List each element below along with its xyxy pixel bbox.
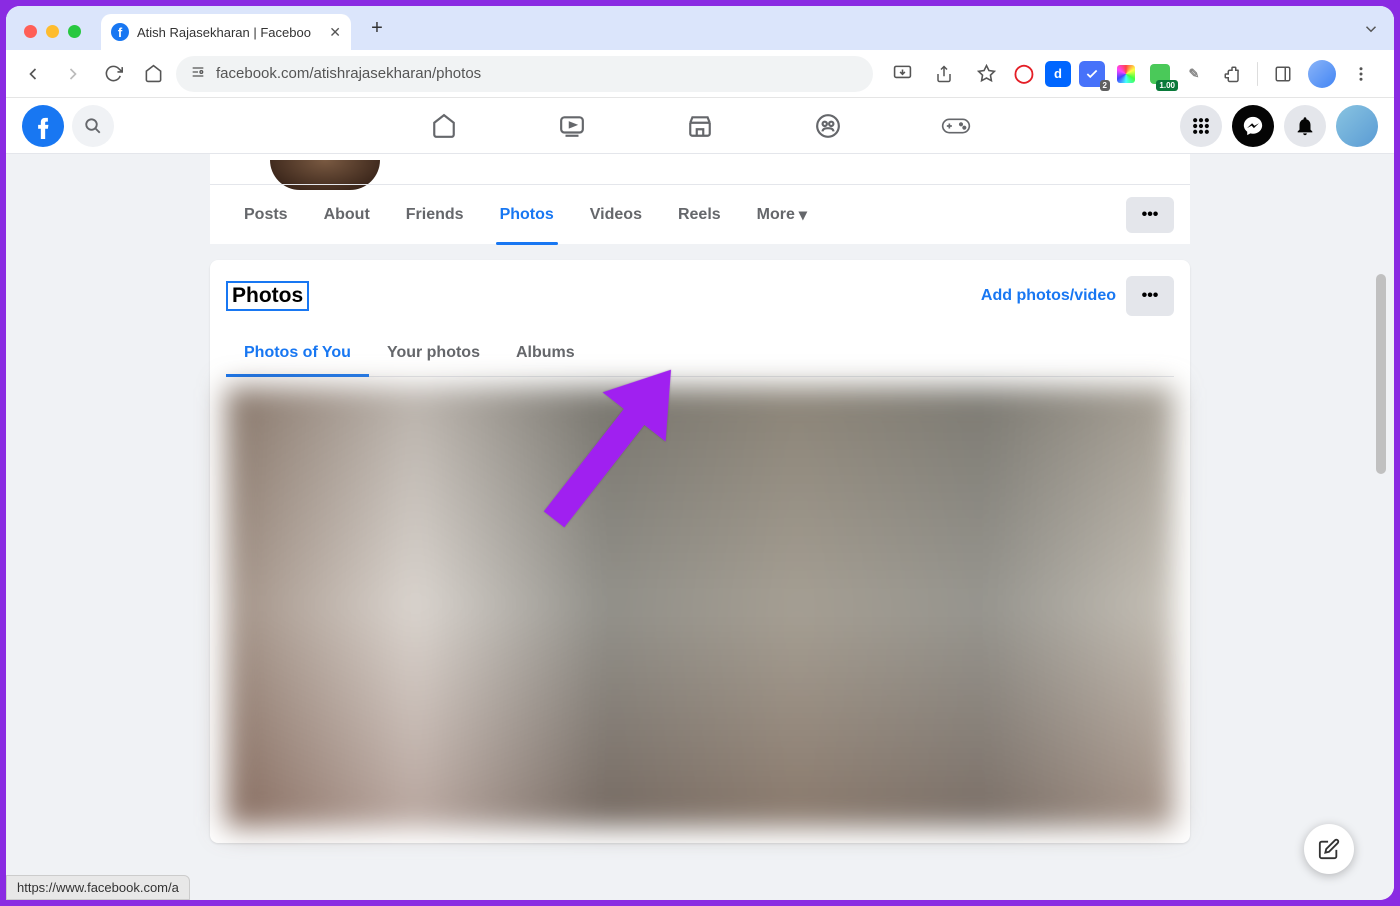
facebook-logo[interactable] bbox=[22, 105, 64, 147]
facebook-header bbox=[6, 98, 1394, 154]
site-settings-icon[interactable] bbox=[190, 64, 206, 83]
subtab-your-photos[interactable]: Your photos bbox=[369, 330, 498, 376]
minimize-window[interactable] bbox=[46, 25, 59, 38]
close-window[interactable] bbox=[24, 25, 37, 38]
home-button[interactable] bbox=[136, 57, 170, 91]
compose-fab[interactable] bbox=[1304, 824, 1354, 874]
profile-tabs: Posts About Friends Photos Videos Reels … bbox=[210, 184, 1190, 244]
sidepanel-icon[interactable] bbox=[1266, 57, 1300, 91]
profile-avatar[interactable] bbox=[1308, 60, 1336, 88]
facebook-favicon: f bbox=[111, 23, 129, 41]
status-bar: https://www.facebook.com/a bbox=[6, 875, 190, 900]
browser-tabbar: f Atish Rajasekharan | Faceboo ✕ + bbox=[6, 6, 1394, 50]
extension-pixel[interactable] bbox=[1113, 61, 1139, 87]
new-tab-button[interactable]: + bbox=[363, 14, 391, 42]
profile-picture-slice bbox=[210, 154, 1190, 184]
chevron-down-icon: ▾ bbox=[799, 205, 807, 225]
nav-watch[interactable] bbox=[512, 98, 632, 154]
address-bar[interactable]: facebook.com/atishrajasekharan/photos bbox=[176, 56, 873, 92]
search-button[interactable] bbox=[72, 105, 114, 147]
browser-tab[interactable]: f Atish Rajasekharan | Faceboo ✕ bbox=[101, 14, 351, 50]
nav-home[interactable] bbox=[384, 98, 504, 154]
add-photos-button[interactable]: Add photos/video bbox=[981, 287, 1116, 305]
tab-friends[interactable]: Friends bbox=[388, 185, 482, 245]
tab-photos[interactable]: Photos bbox=[482, 185, 572, 245]
tab-title: Atish Rajasekharan | Faceboo bbox=[137, 25, 321, 40]
extension-todoist[interactable]: 2 bbox=[1079, 61, 1105, 87]
tab-videos[interactable]: Videos bbox=[572, 185, 660, 245]
url-text: facebook.com/atishrajasekharan/photos bbox=[216, 65, 481, 82]
tab-about[interactable]: About bbox=[306, 185, 388, 245]
maximize-window[interactable] bbox=[68, 25, 81, 38]
account-avatar[interactable] bbox=[1336, 105, 1378, 147]
install-app-icon[interactable] bbox=[885, 57, 919, 91]
tab-reels[interactable]: Reels bbox=[660, 185, 739, 245]
tab-more[interactable]: More ▾ bbox=[739, 185, 825, 245]
extensions-icon[interactable] bbox=[1215, 57, 1249, 91]
share-icon[interactable] bbox=[927, 57, 961, 91]
tab-posts[interactable]: Posts bbox=[226, 185, 306, 245]
bookmark-icon[interactable] bbox=[969, 57, 1003, 91]
subtab-photos-of-you[interactable]: Photos of You bbox=[226, 330, 369, 376]
separator bbox=[1257, 62, 1258, 86]
photos-menu-button[interactable]: ••• bbox=[1126, 276, 1174, 316]
page-content: Posts About Friends Photos Videos Reels … bbox=[6, 154, 1394, 900]
window-controls bbox=[16, 25, 89, 50]
photo-grid-blurred bbox=[226, 387, 1174, 827]
messenger-button[interactable] bbox=[1232, 105, 1274, 147]
back-button[interactable] bbox=[16, 57, 50, 91]
extension-green[interactable]: 1.00 bbox=[1147, 61, 1173, 87]
menu-grid-button[interactable] bbox=[1180, 105, 1222, 147]
nav-marketplace[interactable] bbox=[640, 98, 760, 154]
nav-gaming[interactable] bbox=[896, 98, 1016, 154]
extension-quill[interactable]: ✎ bbox=[1181, 61, 1207, 87]
extension-opera[interactable]: ◯ bbox=[1011, 61, 1037, 87]
browser-toolbar: facebook.com/atishrajasekharan/photos ◯ … bbox=[6, 50, 1394, 98]
photos-subtabs: Photos of You Your photos Albums bbox=[226, 330, 1174, 377]
chrome-menu-icon[interactable] bbox=[1344, 57, 1378, 91]
reload-button[interactable] bbox=[96, 57, 130, 91]
nav-groups[interactable] bbox=[768, 98, 888, 154]
notifications-button[interactable] bbox=[1284, 105, 1326, 147]
profile-menu-button[interactable]: ••• bbox=[1126, 197, 1174, 233]
photos-card: Photos Add photos/video ••• Photos of Yo… bbox=[210, 260, 1190, 843]
close-tab-icon[interactable]: ✕ bbox=[329, 24, 341, 41]
subtab-albums[interactable]: Albums bbox=[498, 330, 593, 376]
tabs-dropdown-icon[interactable] bbox=[1362, 20, 1380, 43]
scrollbar[interactable] bbox=[1376, 274, 1386, 474]
photos-title: Photos bbox=[226, 281, 309, 311]
extension-blue[interactable]: d bbox=[1045, 61, 1071, 87]
forward-button[interactable] bbox=[56, 57, 90, 91]
